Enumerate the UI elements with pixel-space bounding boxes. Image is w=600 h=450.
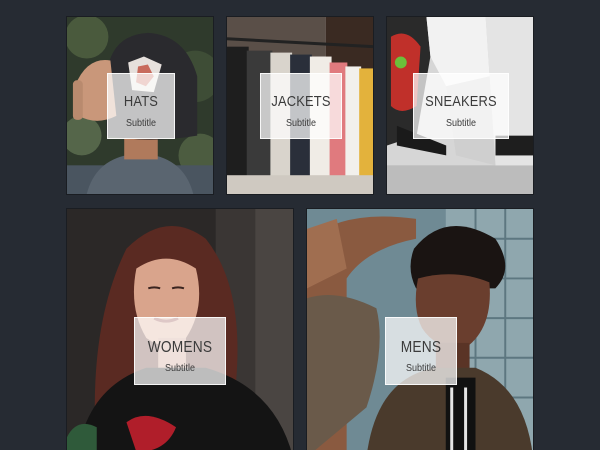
jackets-label-overlay: JACKETS Subtitle bbox=[260, 73, 342, 139]
category-grid: HATS Subtitle JACKETS Subtitle SNEAKERS … bbox=[0, 0, 600, 450]
category-title: WOMENS bbox=[147, 339, 213, 356]
category-title: MENS bbox=[400, 339, 442, 356]
category-tile-mens[interactable]: MENS Subtitle bbox=[306, 208, 534, 450]
mens-label-overlay: MENS Subtitle bbox=[385, 317, 457, 385]
category-tile-hats[interactable]: HATS Subtitle bbox=[66, 16, 214, 195]
category-subtitle: Subtitle bbox=[164, 363, 196, 374]
category-subtitle: Subtitle bbox=[445, 118, 477, 129]
womens-label-overlay: WOMENS Subtitle bbox=[134, 317, 226, 385]
category-title: SNEAKERS bbox=[425, 93, 497, 110]
category-tile-sneakers[interactable]: SNEAKERS Subtitle bbox=[386, 16, 534, 195]
category-subtitle: Subtitle bbox=[405, 363, 437, 374]
hats-label-overlay: HATS Subtitle bbox=[107, 73, 175, 139]
category-subtitle: Subtitle bbox=[285, 118, 317, 129]
category-subtitle: Subtitle bbox=[125, 118, 157, 129]
category-title: HATS bbox=[123, 93, 159, 110]
category-title: JACKETS bbox=[271, 93, 331, 110]
sneakers-label-overlay: SNEAKERS Subtitle bbox=[413, 73, 509, 139]
category-tile-jackets[interactable]: JACKETS Subtitle bbox=[226, 16, 374, 195]
category-tile-womens[interactable]: WOMENS Subtitle bbox=[66, 208, 294, 450]
